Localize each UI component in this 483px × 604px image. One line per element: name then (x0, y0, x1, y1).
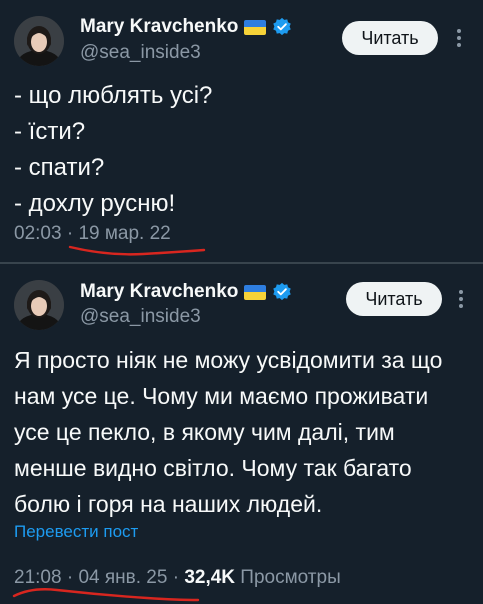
more-options-icon[interactable] (451, 25, 467, 51)
author-name[interactable]: Mary Kravchenko (80, 281, 238, 303)
tweet-text-line: - їсти? (14, 118, 86, 145)
views-label[interactable]: Просмотры (240, 567, 340, 588)
tweet-text-line: менше видно світло. Чому так багато (14, 455, 412, 481)
tweet-text-line: болю і горя на наших людей. (14, 491, 323, 517)
tweet-meta: 21:08 · 04 янв. 25 · 32,4K Просмотры (14, 567, 341, 589)
author-line: Mary Kravchenko (80, 281, 292, 303)
meta-separator: · (66, 567, 74, 588)
tweet-text-line: - дохлу русню! (14, 190, 176, 217)
author-handle[interactable]: @sea_inside3 (80, 306, 201, 328)
red-underline-annotation (68, 245, 206, 256)
verified-badge-icon (273, 282, 292, 301)
tweet-time[interactable]: 21:08 (14, 567, 62, 588)
tweet-text-line: усе це пекло, в якому чим далі, тим (14, 419, 395, 445)
follow-button[interactable]: Читать (342, 21, 438, 55)
author-line: Mary Kravchenko (80, 16, 292, 38)
avatar[interactable] (14, 16, 64, 66)
tweet-text-line: Я просто ніяк не можу усвідомити за що (14, 347, 443, 373)
tweet-text: Я просто ніяк не можу усвідомити за що н… (14, 342, 476, 522)
verified-badge-icon (273, 17, 292, 36)
tweet-text-line: - що люблять усі? (14, 82, 213, 109)
follow-button[interactable]: Читать (346, 282, 442, 316)
tweet-text: - що люблять усі? - їсти? - спати? - дох… (14, 78, 212, 222)
tweet-text-line: нам усе це. Чому ми маємо проживати (14, 383, 429, 409)
ukraine-flag-icon (244, 19, 267, 35)
tweet-date[interactable]: 19 мар. 22 (78, 223, 170, 244)
meta-separator: · (66, 223, 74, 244)
meta-separator: · (172, 567, 180, 588)
tweet-meta: 02:03 · 19 мар. 22 (14, 223, 171, 245)
author-name[interactable]: Mary Kravchenko (80, 16, 238, 38)
tweet-date[interactable]: 04 янв. 25 (78, 567, 167, 588)
more-options-icon[interactable] (453, 286, 469, 312)
views-count[interactable]: 32,4K (184, 567, 235, 588)
author-handle[interactable]: @sea_inside3 (80, 42, 201, 64)
translate-post-link[interactable]: Перевести пост (14, 522, 138, 542)
ukraine-flag-icon (244, 284, 267, 300)
tweet-time[interactable]: 02:03 (14, 223, 62, 244)
tweet-text-line: - спати? (14, 154, 105, 181)
avatar[interactable] (14, 280, 64, 330)
tweet: Mary Kravchenko @sea_inside3 Читать - що… (0, 0, 483, 262)
tweet: Mary Kravchenko @sea_inside3 Читать Я пр… (0, 264, 483, 604)
